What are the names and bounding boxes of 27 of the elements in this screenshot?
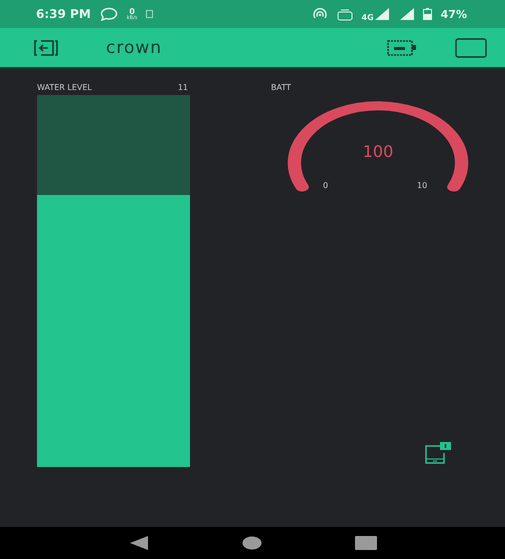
device-button[interactable]	[387, 40, 417, 56]
tablet-badge-icon	[424, 441, 452, 465]
widget-label: BATT	[271, 83, 291, 92]
battery-icon	[422, 8, 432, 20]
gauge-max: 10	[417, 181, 428, 190]
rectangle-icon	[455, 38, 487, 58]
battery-percent: 47%	[440, 8, 467, 20]
enter-box-icon	[32, 38, 60, 56]
battery-icon	[387, 40, 417, 56]
signal-icon	[374, 8, 389, 20]
mode-button[interactable]	[455, 38, 487, 58]
home-icon	[242, 536, 262, 550]
small-square-icon	[146, 10, 154, 18]
widget-value: 11	[178, 83, 188, 92]
app-title: crown	[106, 38, 162, 58]
gauge-value: 100	[362, 142, 394, 161]
clock-time: 6:39 PM	[36, 7, 91, 21]
speed-value: 0	[129, 8, 135, 16]
back-icon	[128, 535, 148, 551]
hotspot-icon	[312, 8, 328, 20]
signal-icon	[398, 8, 414, 20]
widget-label: WATER LEVEL	[37, 83, 92, 92]
chat-bubble-icon	[100, 7, 118, 21]
login-button[interactable]	[32, 38, 60, 56]
recents-icon	[354, 536, 376, 550]
network-type: 4G	[362, 12, 374, 22]
gauge-min: 0	[323, 181, 328, 190]
